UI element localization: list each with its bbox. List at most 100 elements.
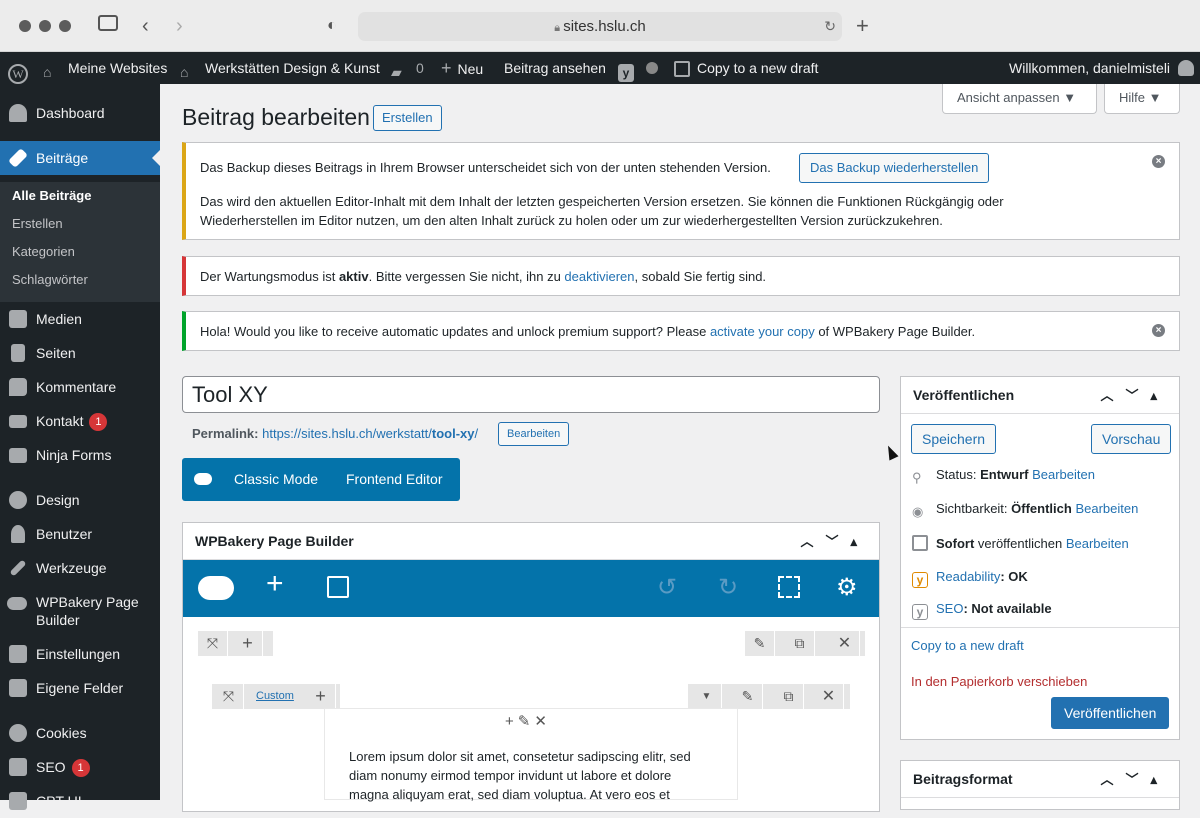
sidebar-item-cookies[interactable]: Cookies [0, 716, 160, 750]
classic-mode-button[interactable]: Classic Mode [234, 471, 318, 487]
publish-arrows-icon[interactable]: ︿﹀▴ [1100, 377, 1169, 414]
format-title: Beitragsformat [913, 771, 1013, 787]
account-menu[interactable]: Willkommen, danielmisteli [1009, 52, 1195, 84]
yoast-icon[interactable]: y [618, 52, 634, 84]
frontend-editor-button[interactable]: Frontend Editor [346, 471, 443, 487]
fullscreen-icon[interactable] [778, 576, 800, 598]
back-icon[interactable]: ‹ [142, 14, 149, 38]
publish-header: Veröffentlichen ︿﹀▴ [901, 377, 1179, 414]
dismiss-wpbakery-icon[interactable]: × [1152, 324, 1165, 337]
sidebar-item-seo[interactable]: SEO 1 [0, 750, 160, 784]
lock-icon: 🔒︎ [554, 22, 564, 34]
maint-bold: aktiv [338, 269, 369, 284]
new-tab-icon[interactable]: + [856, 14, 869, 38]
row-edit-icon[interactable]: ✎ [745, 631, 775, 656]
seo-link[interactable]: SEO [936, 601, 963, 616]
forward-icon[interactable]: › [176, 14, 183, 38]
submenu-categories[interactable]: Kategorien [12, 244, 75, 259]
site-name-label: Werkstätten Design & Kunst [205, 60, 380, 76]
deactivate-link[interactable]: deaktivieren [564, 269, 634, 284]
copy-draft-adminbar[interactable]: Copy to a new draft [674, 52, 818, 84]
gear-icon[interactable]: ⚙ [836, 576, 858, 600]
post-title-input[interactable]: Tool XY [182, 376, 880, 413]
sidebar-item-media[interactable]: Medien [0, 302, 160, 336]
sidebar-item-custom-fields[interactable]: Eigene Felder [0, 671, 160, 705]
text-block-controls-icon[interactable]: +✎✕ [505, 712, 551, 730]
sidebar-label-design: Design [36, 492, 80, 508]
panel-arrows-icon[interactable]: ︿﹀▴ [800, 523, 869, 560]
status-edit-link[interactable]: Bearbeiten [1032, 467, 1095, 482]
schedule-edit-link[interactable]: Bearbeiten [1066, 536, 1129, 551]
schedule-value: Sofort [936, 536, 975, 551]
row-drag-icon[interactable]: ⤧ [198, 631, 228, 656]
sidebar-item-settings[interactable]: Einstellungen [0, 637, 160, 671]
row-add-icon[interactable]: + [233, 631, 263, 656]
sidebar-label-tools: Werkzeuge [36, 560, 107, 576]
screen-options-button[interactable]: Ansicht anpassen ▼ [942, 84, 1097, 114]
new-content-menu[interactable]: + Neu [441, 52, 483, 84]
redo-icon[interactable]: ↻ [718, 576, 738, 600]
sidebar-item-tools[interactable]: Werkzeuge [0, 551, 160, 585]
wpbakery-notice-text: Hola! Would you like to receive automati… [200, 322, 975, 341]
permalink-slug: tool-xy [431, 426, 475, 441]
shield-icon[interactable]: ◐ [327, 14, 337, 38]
comments-menu[interactable]: ▰ 0 [391, 52, 424, 84]
text-block[interactable]: +✎✕ Lorem ipsum dolor sit amet, consetet… [324, 708, 738, 802]
undo-icon[interactable]: ↺ [657, 576, 677, 600]
restore-backup-button[interactable]: Das Backup wiederherstellen [799, 153, 990, 183]
column-add-icon[interactable]: + [306, 684, 336, 709]
column-edit-icon[interactable]: ✎ [733, 684, 763, 709]
contact-badge: 1 [89, 413, 108, 431]
site-name-menu[interactable]: ⌂ Werkstätten Design & Kunst [180, 52, 380, 84]
column-delete-icon[interactable]: ✕ [814, 684, 844, 709]
readability-link[interactable]: Readability [936, 569, 1000, 584]
wordpress-logo-icon[interactable]: W [8, 52, 28, 84]
templates-icon[interactable] [327, 576, 349, 598]
column-clone-icon[interactable]: ⧉ [774, 684, 804, 709]
row-clone-icon[interactable]: ⧉ [785, 631, 815, 656]
dismiss-backup-icon[interactable]: × [1152, 155, 1165, 168]
column-toggle-icon[interactable]: ▼ [692, 684, 722, 709]
sidebar-item-contact[interactable]: Kontakt 1 [0, 404, 160, 438]
submenu-all-posts[interactable]: Alle Beiträge [12, 188, 91, 203]
preview-button[interactable]: Vorschau [1091, 424, 1172, 454]
minimize-window-dot[interactable] [39, 20, 51, 32]
save-draft-button[interactable]: Speichern [911, 424, 997, 454]
publish-button[interactable]: Veröffentlichen [1051, 697, 1170, 729]
submenu-create[interactable]: Erstellen [12, 216, 63, 231]
activate-copy-link[interactable]: activate your copy [710, 324, 815, 339]
sidebar-item-comments[interactable]: Kommentare [0, 370, 160, 404]
zoom-window-dot[interactable] [59, 20, 71, 32]
my-sites-menu[interactable]: ⌂ Meine Websites [43, 52, 167, 84]
help-button[interactable]: Hilfe ▼ [1104, 84, 1180, 114]
sidebar-item-posts[interactable]: Beiträge [0, 141, 160, 175]
close-window-dot[interactable] [19, 20, 31, 32]
permalink-url[interactable]: https://sites.hslu.ch/werkstatt/tool-xy/ [262, 426, 478, 441]
reload-icon[interactable]: ↻ [824, 12, 836, 41]
visibility-edit-link[interactable]: Bearbeiten [1075, 501, 1138, 516]
permalink-edit-button[interactable]: Bearbeiten [498, 422, 570, 446]
sidebar-item-design[interactable]: Design [0, 483, 160, 517]
submenu-tags[interactable]: Schlagwörter [12, 272, 88, 287]
sidebar-toggle-icon[interactable] [98, 15, 118, 31]
custom-column-label[interactable]: Custom [256, 684, 294, 709]
trash-link[interactable]: In den Papierkorb verschieben [911, 674, 1087, 689]
wpb-pre: Hola! Would you like to receive automati… [200, 324, 710, 339]
sidebar-item-wpbakery[interactable]: WPBakery Page Builder [0, 585, 160, 629]
create-post-button[interactable]: Erstellen [373, 105, 442, 131]
add-element-icon[interactable]: + [266, 569, 284, 599]
wpbakery-cloud-icon[interactable] [198, 576, 234, 600]
column-drag-icon[interactable]: ⤧ [214, 684, 244, 709]
sidebar-item-dashboard[interactable]: Dashboard [0, 96, 160, 130]
address-bar[interactable]: 🔒︎ sites.hslu.ch ↻ [358, 12, 842, 41]
view-post-link[interactable]: Beitrag ansehen [504, 52, 606, 84]
row-delete-icon[interactable]: ✕ [830, 631, 860, 656]
sidebar-label-cpt: CPT UI [36, 793, 82, 809]
sidebar-item-ninja-forms[interactable]: Ninja Forms [0, 438, 160, 472]
copy-draft-link[interactable]: Copy to a new draft [911, 638, 1024, 653]
sidebar-item-pages[interactable]: Seiten [0, 336, 160, 370]
publish-divider [901, 627, 1179, 628]
sidebar-item-cpt-ui[interactable]: CPT UI [0, 784, 160, 818]
sidebar-item-users[interactable]: Benutzer [0, 517, 160, 551]
format-arrows-icon[interactable]: ︿﹀▴ [1100, 761, 1169, 798]
